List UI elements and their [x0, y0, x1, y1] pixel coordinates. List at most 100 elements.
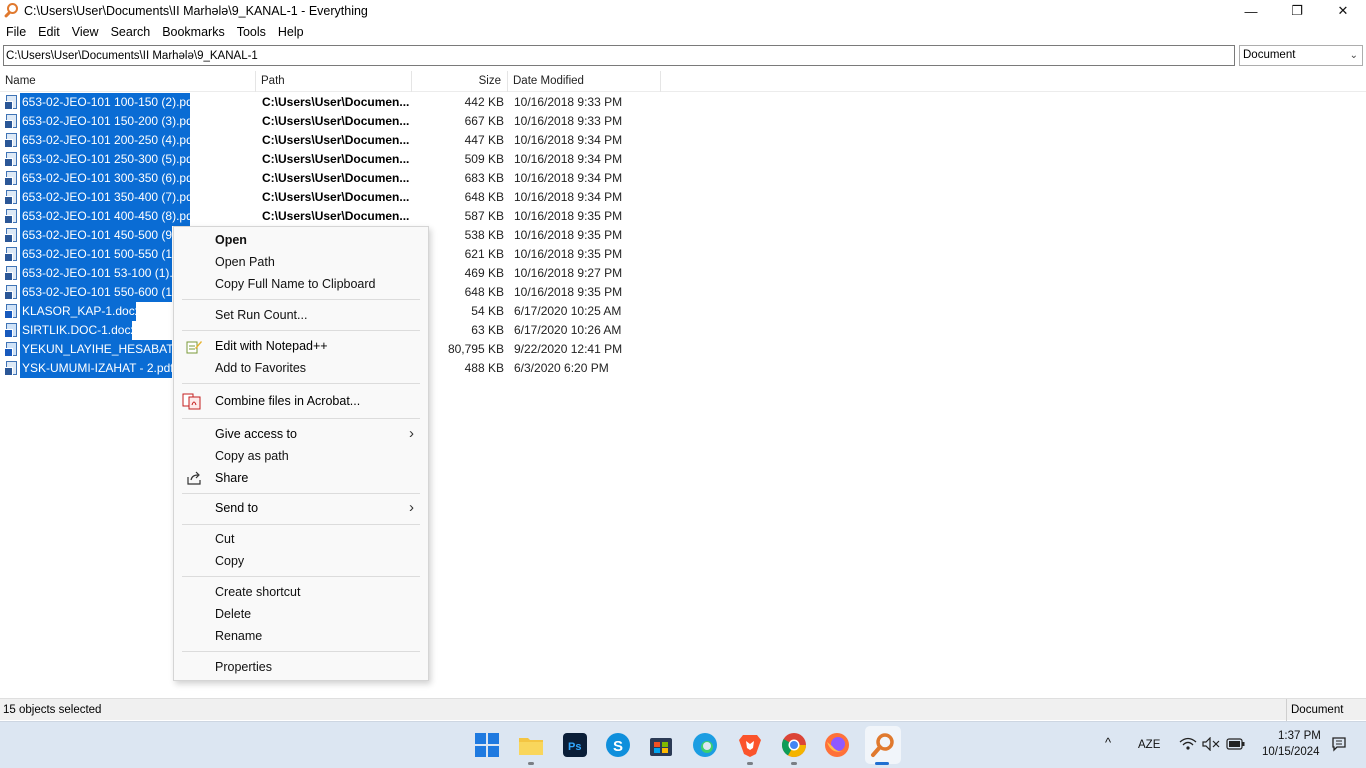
file-row[interactable]: 653-02-JEO-101 150-200 (3).pdf C:\Users\U…	[0, 112, 660, 131]
close-button[interactable]: ✕	[1320, 0, 1366, 22]
firefox-icon[interactable]	[822, 730, 852, 760]
file-date-modified: 10/16/2018 9:35 PM	[514, 247, 623, 261]
menu-edit[interactable]: Edit	[32, 22, 66, 43]
menu-add-favorites[interactable]: Add to Favorites	[174, 357, 428, 379]
file-name: 653-02-JEO-101 53-100 (1).pc	[20, 264, 172, 283]
minimize-button[interactable]: —	[1228, 0, 1274, 22]
menu-share-label: Share	[215, 471, 249, 485]
filter-dropdown[interactable]: Document ⌄	[1239, 45, 1363, 66]
word-document-icon	[4, 304, 19, 319]
notification-icon[interactable]	[1331, 736, 1347, 752]
menu-share[interactable]: Share	[174, 467, 428, 489]
file-path: C:\Users\User\Documen...	[262, 152, 410, 166]
menu-copy-full-name[interactable]: Copy Full Name to Clipboard	[174, 273, 428, 295]
file-row[interactable]: 653-02-JEO-101 100-150 (2).pdf C:\Users\U…	[0, 93, 660, 112]
column-date-header[interactable]: Date Modified	[508, 71, 661, 92]
menu-bookmarks[interactable]: Bookmarks	[156, 22, 231, 43]
menu-tools[interactable]: Tools	[231, 22, 272, 43]
file-date-modified: 10/16/2018 9:35 PM	[514, 209, 623, 223]
menu-edit-notepad-label: Edit with Notepad++	[215, 339, 328, 353]
pdf-file-icon	[4, 228, 19, 243]
chevron-right-icon: ›	[409, 499, 414, 516]
maximize-button[interactable]: ❐	[1274, 0, 1320, 22]
status-selection-count: 15 objects selected	[3, 704, 102, 716]
file-size: 648 KB	[464, 190, 504, 204]
language-indicator[interactable]: AZE	[1138, 739, 1160, 751]
menu-send-to-label: Send to	[215, 501, 259, 515]
menu-cut[interactable]: Cut	[174, 528, 428, 550]
file-path: C:\Users\User\Documen...	[262, 171, 410, 185]
start-icon[interactable]	[472, 730, 502, 760]
pdf-file-icon	[4, 209, 19, 224]
pdf-file-icon	[4, 247, 19, 262]
running-indicator	[528, 762, 534, 765]
menu-search[interactable]: Search	[105, 22, 157, 43]
running-indicator	[747, 762, 753, 765]
title-bar: C:\Users\User\Documents\II Marhələ\9_KAN…	[0, 0, 1366, 22]
menu-help[interactable]: Help	[272, 22, 310, 43]
volume-muted-icon[interactable]	[1202, 737, 1220, 751]
menu-file[interactable]: File	[0, 22, 32, 43]
window-title: C:\Users\User\Documents\II Marhələ\9_KAN…	[24, 4, 368, 18]
column-path-header[interactable]: Path	[256, 71, 412, 92]
file-date-modified: 6/3/2020 6:20 PM	[514, 361, 609, 375]
file-name: 653-02-JEO-101 250-300 (5).pdf	[20, 150, 190, 169]
file-date-modified: 10/16/2018 9:33 PM	[514, 95, 623, 109]
file-name: 653-02-JEO-101 500-550 (10).	[20, 245, 172, 264]
search-row: Document ⌄	[0, 44, 1366, 68]
pdf-file-icon	[4, 95, 19, 110]
active-indicator	[875, 762, 889, 765]
store-icon[interactable]	[646, 730, 676, 760]
column-name-header[interactable]: Name	[0, 71, 256, 92]
file-row[interactable]: 653-02-JEO-101 300-350 (6).pdf C:\Users\U…	[0, 169, 660, 188]
menu-combine-acrobat[interactable]: Combine files in Acrobat...	[174, 390, 428, 412]
menu-edit-notepad[interactable]: Edit with Notepad++	[174, 335, 428, 357]
search-input[interactable]	[3, 45, 1235, 66]
wifi-icon[interactable]	[1179, 737, 1197, 751]
chrome-icon[interactable]	[779, 730, 809, 760]
running-indicator	[791, 762, 797, 765]
menu-give-access[interactable]: Give access to ›	[174, 423, 428, 445]
column-header: Name Path Size Date Modified	[0, 71, 1366, 92]
file-row[interactable]: 653-02-JEO-101 400-450 (8).pdf C:\Users\U…	[0, 207, 660, 226]
file-explorer-icon[interactable]	[516, 730, 546, 760]
menu-rename[interactable]: Rename	[174, 625, 428, 647]
edge-icon[interactable]	[690, 730, 720, 760]
file-date-modified: 6/17/2020 10:26 AM	[514, 323, 622, 337]
file-name: 653-02-JEO-101 450-500 (9).p	[20, 226, 172, 245]
everything-icon[interactable]	[868, 730, 898, 760]
file-row[interactable]: 653-02-JEO-101 200-250 (4).pdf C:\Users\U…	[0, 131, 660, 150]
menu-send-to[interactable]: Send to ›	[174, 497, 428, 519]
menu-open-path[interactable]: Open Path	[174, 251, 428, 273]
menu-copy-as-path[interactable]: Copy as path	[174, 445, 428, 467]
file-path: C:\Users\User\Documen...	[262, 114, 410, 128]
menu-create-shortcut[interactable]: Create shortcut	[174, 581, 428, 603]
svg-text:Ps: Ps	[568, 741, 581, 753]
menu-separator	[182, 418, 420, 419]
menu-set-run-count[interactable]: Set Run Count...	[174, 304, 428, 326]
battery-icon[interactable]	[1226, 737, 1246, 751]
menu-view[interactable]: View	[66, 22, 105, 43]
word-document-icon	[4, 323, 19, 338]
file-date-modified: 10/16/2018 9:35 PM	[514, 228, 623, 242]
column-size-header[interactable]: Size	[412, 71, 508, 92]
file-date-modified: 10/16/2018 9:35 PM	[514, 285, 623, 299]
menu-open[interactable]: Open	[174, 229, 428, 251]
menu-copy[interactable]: Copy	[174, 550, 428, 572]
share-icon	[187, 471, 201, 485]
file-name: 653-02-JEO-101 150-200 (3).pdf	[20, 112, 190, 131]
file-row[interactable]: 653-02-JEO-101 350-400 (7).pdf C:\Users\U…	[0, 188, 660, 207]
menu-bar: File Edit View Search Bookmarks Tools He…	[0, 22, 1366, 43]
photoshop-icon[interactable]: Ps	[560, 730, 590, 760]
clock-date[interactable]: 10/15/2024	[1262, 746, 1320, 758]
file-name: 653-02-JEO-101 100-150 (2).pdf	[20, 93, 190, 112]
menu-delete[interactable]: Delete	[174, 603, 428, 625]
skype-icon[interactable]: S	[603, 730, 633, 760]
word-document-icon	[4, 342, 19, 357]
clock-time[interactable]: 1:37 PM	[1278, 730, 1321, 742]
menu-properties[interactable]: Properties	[174, 656, 428, 678]
file-row[interactable]: 653-02-JEO-101 250-300 (5).pdf C:\Users\U…	[0, 150, 660, 169]
tray-overflow-chevron[interactable]: ^	[1105, 735, 1111, 750]
taskbar: Ps S ^ AZE 1:37 PM 10/15/2024	[0, 721, 1366, 768]
brave-icon[interactable]	[735, 730, 765, 760]
